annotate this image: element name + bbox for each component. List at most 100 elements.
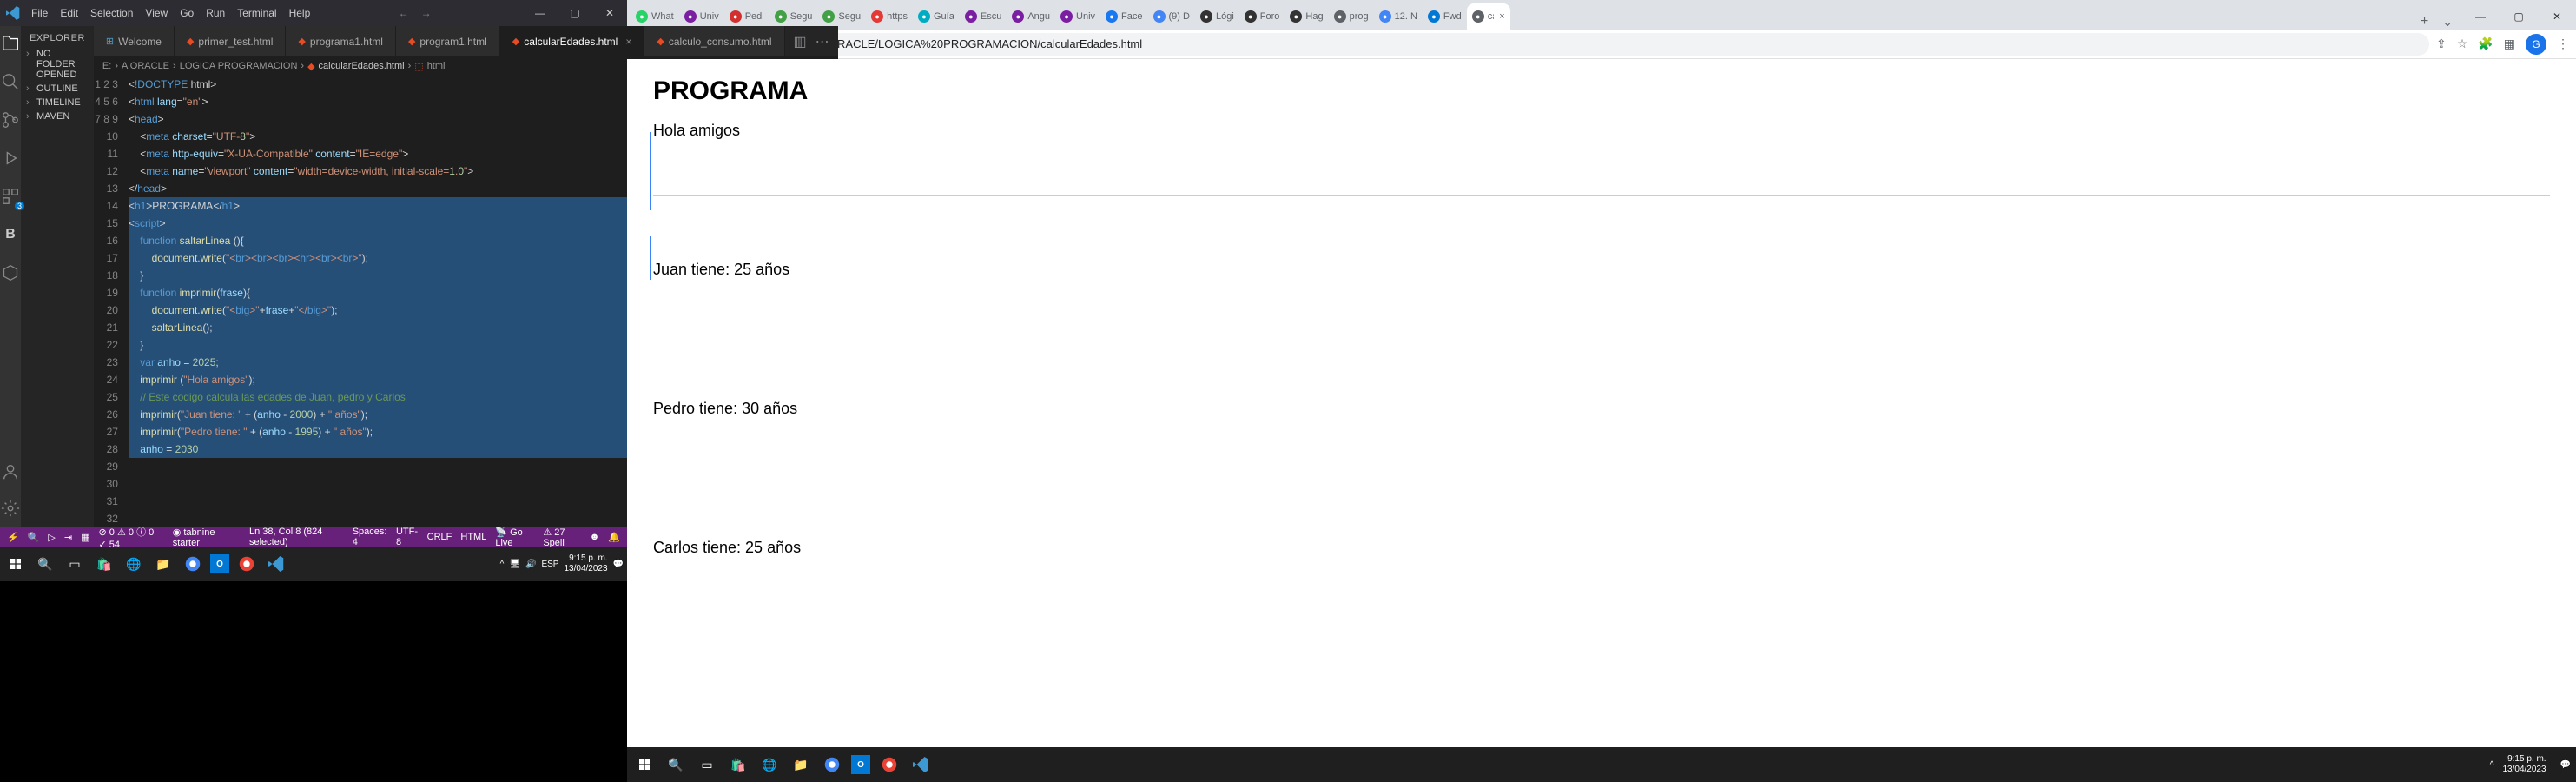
tray-chevron-icon[interactable]: ^ xyxy=(2490,760,2494,770)
tab-dropdown-icon[interactable]: ⌄ xyxy=(2437,15,2458,30)
chrome-close-button[interactable]: ✕ xyxy=(2538,3,2576,30)
activity-ext-icon[interactable]: 3 xyxy=(0,186,21,207)
status-golive[interactable]: 📡 Go Live xyxy=(495,527,534,548)
search-icon[interactable]: 🔍 xyxy=(33,552,57,576)
status-feedback-icon[interactable]: ☻ xyxy=(590,532,600,542)
outlook-icon[interactable]: O xyxy=(851,755,870,774)
sidebar-no-folder[interactable]: NO FOLDER OPENED xyxy=(21,47,94,82)
tray-clock[interactable]: 9:15 p. m. 13/04/2023 xyxy=(564,553,607,574)
explorer-icon[interactable]: 📁 xyxy=(789,752,813,777)
bc-seg[interactable]: LOGICA PROGRAMACION xyxy=(180,61,298,71)
status-eol[interactable]: CRLF xyxy=(427,532,452,542)
tab-primer-test[interactable]: ◆primer_test.html xyxy=(175,26,287,56)
tray-network-icon[interactable]: 🖥 xyxy=(509,560,520,569)
tab-calcular-edades[interactable]: ◆calcularEdades.html× xyxy=(500,26,645,56)
profile-avatar[interactable]: G xyxy=(2526,34,2546,55)
vscode-taskbar-icon[interactable] xyxy=(908,752,933,777)
taskview-icon[interactable]: ▭ xyxy=(695,752,719,777)
chrome-tab[interactable]: ●Escu xyxy=(960,3,1007,30)
activity-bold-icon[interactable]: B xyxy=(0,224,21,245)
chrome2-icon[interactable] xyxy=(234,552,259,576)
status-spellcheck[interactable]: ⚠ 27 Spell xyxy=(543,527,580,548)
app-icon[interactable]: 🛍️ xyxy=(726,752,750,777)
menu-selection[interactable]: Selection xyxy=(85,7,138,19)
status-run-icon[interactable]: ▷ xyxy=(48,532,55,543)
edge-icon[interactable]: 🌐 xyxy=(757,752,782,777)
activity-hex-icon[interactable] xyxy=(0,262,21,283)
tab-program1[interactable]: ◆program1.html xyxy=(396,26,500,56)
status-lang[interactable]: HTML xyxy=(460,532,486,542)
activity-explorer-icon[interactable] xyxy=(0,33,21,54)
sidebar-outline[interactable]: OUTLINE xyxy=(21,82,94,96)
nav-fwd-icon[interactable]: → xyxy=(421,7,432,19)
chrome-menu-icon[interactable]: ⋮ xyxy=(2557,36,2569,51)
maximize-button[interactable]: ▢ xyxy=(558,7,592,19)
chrome-tab[interactable]: ●Hag xyxy=(1285,3,1328,30)
tray-chevron-icon[interactable]: ^ xyxy=(500,560,505,569)
explorer-icon[interactable]: 📁 xyxy=(151,552,175,576)
chrome-tab[interactable]: ●Fwd xyxy=(1423,3,1467,30)
tab-programa1[interactable]: ◆programa1.html xyxy=(286,26,396,56)
close-button[interactable]: ✕ xyxy=(592,7,627,19)
chrome-tab[interactable]: ●https xyxy=(866,3,913,30)
chrome-tab[interactable]: ●Angu xyxy=(1007,3,1055,30)
chrome-tab[interactable]: ●(9) D xyxy=(1148,3,1195,30)
activity-search-icon[interactable] xyxy=(0,71,21,92)
start-button[interactable] xyxy=(632,752,657,777)
status-bell-icon[interactable]: 🔔 xyxy=(608,532,620,543)
start-button[interactable] xyxy=(3,552,28,576)
minimize-button[interactable]: — xyxy=(523,7,558,19)
ext2-icon[interactable]: ▦ xyxy=(2504,36,2515,51)
menu-view[interactable]: View xyxy=(140,7,173,19)
status-spaces[interactable]: Spaces: 4 xyxy=(353,527,387,547)
chrome2-icon[interactable] xyxy=(877,752,902,777)
sidebar-maven[interactable]: MAVEN xyxy=(21,109,94,123)
chrome-tab[interactable]: ●Univ xyxy=(1055,3,1100,30)
vscode-taskbar-icon[interactable] xyxy=(264,552,288,576)
tray-notif-icon[interactable]: 💬 xyxy=(613,560,624,569)
tray-lang[interactable]: ESP xyxy=(541,560,558,569)
chrome-tab[interactable]: ●Guía xyxy=(913,3,960,30)
chrome-tab[interactable]: ●Foro xyxy=(1239,3,1285,30)
bc-seg[interactable]: html xyxy=(427,61,446,71)
chrome-minimize-button[interactable]: — xyxy=(2461,3,2500,30)
status-step-icon[interactable]: ⇥ xyxy=(64,532,72,543)
search-icon[interactable]: 🔍 xyxy=(664,752,688,777)
share-icon[interactable]: ⇪ xyxy=(2436,36,2447,51)
chrome-icon[interactable] xyxy=(181,552,205,576)
activity-settings-icon[interactable] xyxy=(0,498,21,519)
menu-help[interactable]: Help xyxy=(284,7,316,19)
chrome-tab[interactable]: ●ca× xyxy=(1467,3,1510,30)
nav-back-icon[interactable]: ← xyxy=(399,7,409,19)
status-search-icon[interactable]: 🔍 xyxy=(28,532,40,543)
status-position[interactable]: Ln 38, Col 8 (824 selected) xyxy=(249,527,344,547)
tab-calculo-consumo[interactable]: ◆calculo_consumo.html xyxy=(644,26,784,56)
menu-go[interactable]: Go xyxy=(175,7,199,19)
chrome-tab[interactable]: ●Face xyxy=(1100,3,1147,30)
bc-seg[interactable]: E: xyxy=(102,61,111,71)
tray-notif-icon[interactable]: 💬 xyxy=(2560,760,2571,770)
extensions-icon[interactable]: 🧩 xyxy=(2478,36,2493,51)
menu-run[interactable]: Run xyxy=(201,7,230,19)
edge-icon[interactable]: 🌐 xyxy=(122,552,146,576)
chrome-icon[interactable] xyxy=(820,752,844,777)
tray-clock[interactable]: 9:15 p. m. 13/04/2023 xyxy=(2502,754,2551,775)
taskview-icon[interactable]: ▭ xyxy=(63,552,87,576)
chrome-tab[interactable]: ●12. N xyxy=(1374,3,1423,30)
split-editor-icon[interactable]: ▥ xyxy=(794,33,807,50)
activity-scm-icon[interactable] xyxy=(0,109,21,130)
bc-file[interactable]: calcularEdades.html xyxy=(319,61,405,71)
tray-volume-icon[interactable]: 🔊 xyxy=(525,560,536,569)
more-icon[interactable]: ⋯ xyxy=(816,33,829,50)
remote-icon[interactable]: ⚡ xyxy=(7,532,19,543)
menu-file[interactable]: File xyxy=(26,7,53,19)
new-tab-button[interactable]: + xyxy=(2412,14,2437,30)
chrome-maximize-button[interactable]: ▢ xyxy=(2500,3,2538,30)
activity-account-icon[interactable] xyxy=(0,461,21,482)
chrome-tab[interactable]: ●Lógi xyxy=(1195,3,1239,30)
url-field[interactable]: ⓘ Archivo | E:/A%20ORACLE/LOGICA%20PROGR… xyxy=(703,33,2429,56)
bookmark-icon[interactable]: ☆ xyxy=(2457,36,2468,51)
status-tabnine[interactable]: ◉ tabnine starter xyxy=(173,527,232,548)
bc-seg[interactable]: A ORACLE xyxy=(122,61,169,71)
status-grid-icon[interactable]: ▦ xyxy=(81,532,89,543)
